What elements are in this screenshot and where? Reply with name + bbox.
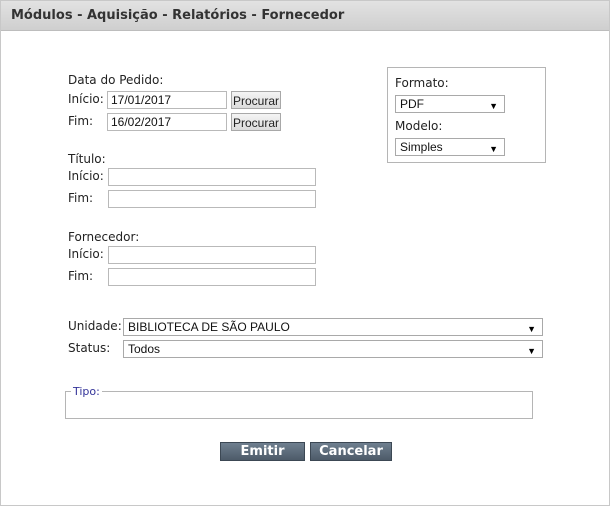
modelo-selected-value: Simples	[400, 140, 443, 154]
report-window: Módulos - Aquisição - Relatórios - Forne…	[0, 0, 610, 506]
status-label: Status:	[68, 341, 111, 355]
data-pedido-inicio-label: Início:	[68, 92, 104, 106]
title-bar: Módulos - Aquisição - Relatórios - Forne…	[1, 1, 609, 31]
titulo-inicio-field[interactable]	[108, 168, 316, 186]
chevron-down-icon: ▼	[489, 144, 498, 154]
unidade-selected-value: BIBLIOTECA DE SÃO PAULO	[128, 320, 290, 334]
tipo-fieldset: Tipo:	[65, 385, 533, 419]
chevron-down-icon: ▼	[527, 324, 536, 334]
fornecedor-label: Fornecedor:	[68, 230, 140, 244]
titulo-fim-field[interactable]	[108, 190, 316, 208]
status-select[interactable]: Todos ▼	[123, 340, 543, 358]
status-selected-value: Todos	[128, 342, 161, 356]
data-pedido-fim-label: Fim:	[68, 114, 94, 128]
data-pedido-label: Data do Pedido:	[68, 73, 164, 87]
unidade-select[interactable]: BIBLIOTECA DE SÃO PAULO ▼	[123, 318, 543, 336]
titulo-inicio-label: Início:	[68, 169, 104, 183]
data-pedido-fim-field[interactable]: 16/02/2017	[107, 113, 227, 131]
fornecedor-inicio-label: Início:	[68, 247, 104, 261]
procurar-inicio-button[interactable]: Procurar	[231, 91, 281, 109]
chevron-down-icon: ▼	[527, 346, 536, 356]
formato-selected-value: PDF	[400, 97, 424, 111]
tipo-legend: Tipo:	[73, 385, 100, 398]
output-options-panel: Formato: PDF ▼ Modelo: Simples ▼	[387, 67, 546, 163]
formato-select[interactable]: PDF ▼	[395, 95, 505, 113]
fornecedor-fim-label: Fim:	[68, 269, 94, 283]
chevron-down-icon: ▼	[489, 101, 498, 111]
formato-label: Formato:	[395, 76, 449, 90]
emitir-button[interactable]: Emitir	[220, 442, 305, 461]
fornecedor-inicio-field[interactable]	[108, 246, 316, 264]
data-pedido-inicio-field[interactable]: 17/01/2017	[107, 91, 227, 109]
modelo-label: Modelo:	[395, 119, 443, 133]
window-title: Módulos - Aquisição - Relatórios - Forne…	[11, 8, 345, 23]
titulo-fim-label: Fim:	[68, 191, 94, 205]
modelo-select[interactable]: Simples ▼	[395, 138, 505, 156]
fornecedor-fim-field[interactable]	[108, 268, 316, 286]
cancelar-button[interactable]: Cancelar	[310, 442, 392, 461]
procurar-fim-button[interactable]: Procurar	[231, 113, 281, 131]
unidade-label: Unidade:	[68, 319, 122, 333]
titulo-label: Título:	[68, 152, 106, 166]
